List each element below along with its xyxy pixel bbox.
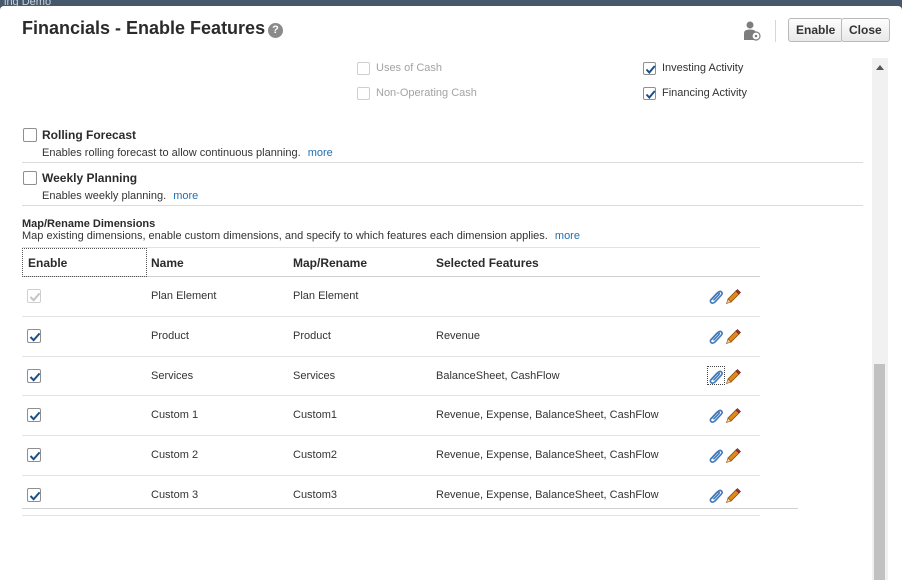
row-selected-features: Revenue, Expense, BalanceSheet, CashFlow: [436, 488, 659, 501]
table-body: Plan Element Plan Element Product Product Re…: [22, 277, 760, 516]
rolling-forecast-name: Rolling Forecast: [42, 128, 137, 142]
paperclip-icon[interactable]: [708, 407, 724, 424]
financing-activity-checkbox[interactable]: [643, 87, 656, 100]
row-map-rename: Product: [293, 329, 331, 342]
paperclip-icon[interactable]: [708, 288, 724, 304]
edit-pencil-icon[interactable]: [725, 447, 741, 464]
row-enable-checkbox[interactable]: [27, 408, 41, 423]
row-map-rename: Services: [293, 369, 336, 382]
column-header-enable[interactable]: Enable: [28, 256, 67, 270]
row-map-rename: Custom1: [293, 409, 338, 422]
row-name: Custom 1: [151, 409, 199, 422]
uses-of-cash-label: Uses of Cash: [376, 62, 443, 74]
edit-pencil-icon[interactable]: [725, 368, 741, 384]
table-row: Custom 3 Custom3 Revenue, Expense, Balance…: [22, 476, 760, 516]
row-actions: [708, 407, 744, 425]
table-row: Custom 1 Custom1 Revenue, Expense, Balance…: [22, 396, 760, 437]
dialog-content: Uses of Cash Non-Operating Cash Investin…: [0, 58, 872, 580]
row-map-rename: Plan Element: [293, 290, 359, 302]
checkmark-icon: [645, 90, 656, 100]
row-actions: [707, 365, 744, 386]
row-selected-features: Revenue, Expense, BalanceSheet, CashFlow: [436, 409, 659, 422]
investing-activity-checkbox[interactable]: [643, 62, 656, 75]
checkmark-icon: [29, 292, 41, 302]
weekly-planning-more-link[interactable]: more: [173, 190, 198, 202]
column-header-selected-features[interactable]: Selected Features: [436, 256, 539, 270]
table-row: Product Product Revenue: [22, 317, 760, 357]
checkmark-icon: [29, 332, 41, 342]
row-selected-features: BalanceSheet, CashFlow: [436, 369, 560, 382]
row-actions: [708, 487, 744, 505]
weekly-planning-feature: Weekly Planning Enables weekly planning.…: [22, 171, 863, 202]
checkmark-icon: [645, 65, 656, 75]
rolling-forecast-description: Enables rolling forecast to allow contin…: [42, 147, 333, 159]
non-operating-cash-checkbox[interactable]: [357, 87, 370, 100]
weekly-planning-description-text: Enables weekly planning.: [42, 190, 167, 202]
divider: [22, 205, 863, 206]
table-row: Services Services BalanceSheet, CashFlow: [22, 357, 760, 397]
rolling-forecast-feature: Rolling Forecast Enables rolling forecas…: [22, 128, 863, 159]
focus-indicator: [707, 365, 725, 385]
table-row: Plan Element Plan Element: [22, 277, 760, 317]
map-rename-description-text: Map existing dimensions, enable custom d…: [22, 230, 548, 242]
row-actions: [708, 447, 744, 465]
table-header: Enable Name Map/Rename Selected Features: [22, 247, 760, 277]
row-name: Custom 2: [151, 449, 199, 462]
row-enable-checkbox[interactable]: [27, 448, 41, 463]
vertical-scrollbar[interactable]: [872, 58, 888, 580]
checkmark-icon: [29, 372, 41, 382]
investing-activity-label: Investing Activity: [662, 62, 744, 74]
row-selected-features: Revenue, Expense, BalanceSheet, CashFlow: [436, 449, 659, 462]
financing-activity-label: Financing Activity: [662, 87, 747, 99]
paperclip-icon[interactable]: [708, 328, 724, 344]
enable-features-dialog: Financials - Enable Features ? Enable Cl…: [0, 6, 902, 580]
row-name: Plan Element: [151, 290, 217, 302]
header-separator: [775, 20, 776, 42]
uses-of-cash-checkbox[interactable]: [357, 62, 370, 75]
weekly-planning-description: Enables weekly planning. more: [42, 190, 198, 202]
scroll-thumb[interactable]: [874, 364, 885, 580]
row-enable-checkbox: [27, 289, 41, 303]
row-actions: [708, 288, 744, 306]
column-header-map-rename[interactable]: Map/Rename: [293, 256, 367, 270]
dialog-header: Financials - Enable Features ? Enable Cl…: [0, 6, 902, 58]
column-header-name[interactable]: Name: [151, 256, 184, 270]
map-rename-description: Map existing dimensions, enable custom d…: [22, 230, 580, 242]
help-icon[interactable]: ?: [268, 23, 283, 38]
rolling-forecast-more-link[interactable]: more: [308, 147, 333, 159]
row-enable-checkbox[interactable]: [27, 328, 41, 343]
table-row: Custom 2 Custom2 Revenue, Expense, Balance…: [22, 436, 760, 476]
row-name: Custom 3: [151, 488, 199, 501]
paperclip-icon[interactable]: [708, 487, 724, 503]
row-map-rename: Custom3: [293, 488, 338, 501]
edit-pencil-icon[interactable]: [725, 288, 741, 304]
table-bottom-line: [22, 508, 798, 509]
row-map-rename: Custom2: [293, 449, 338, 462]
row-name: Product: [151, 329, 189, 342]
user-settings-icon[interactable]: [743, 20, 761, 42]
edit-pencil-icon[interactable]: [725, 328, 741, 344]
row-enable-checkbox[interactable]: [27, 487, 41, 502]
row-selected-features: Revenue: [436, 329, 481, 342]
row-name: Services: [151, 369, 194, 382]
checkmark-icon: [29, 451, 41, 461]
enable-button[interactable]: Enable: [788, 18, 844, 42]
dialog-title: Financials - Enable Features: [22, 18, 266, 38]
rolling-forecast-description-text: Enables rolling forecast to allow contin…: [42, 147, 301, 159]
non-operating-cash-label: Non-Operating Cash: [376, 87, 477, 99]
scroll-up-icon[interactable]: [876, 65, 884, 70]
edit-pencil-icon[interactable]: [725, 407, 741, 424]
close-button[interactable]: Close: [841, 18, 890, 42]
map-rename-more-link[interactable]: more: [555, 230, 580, 242]
map-rename-title: Map/Rename Dimensions: [22, 218, 156, 230]
row-actions: [708, 328, 744, 346]
divider: [22, 162, 863, 163]
checkmark-icon: [29, 491, 41, 501]
row-enable-checkbox[interactable]: [27, 368, 41, 383]
paperclip-icon[interactable]: [708, 447, 724, 464]
dimensions-table: Enable Name Map/Rename Selected Features…: [22, 247, 760, 516]
weekly-planning-name: Weekly Planning: [42, 171, 138, 185]
edit-pencil-icon[interactable]: [725, 487, 741, 503]
checkmark-icon: [29, 412, 41, 422]
